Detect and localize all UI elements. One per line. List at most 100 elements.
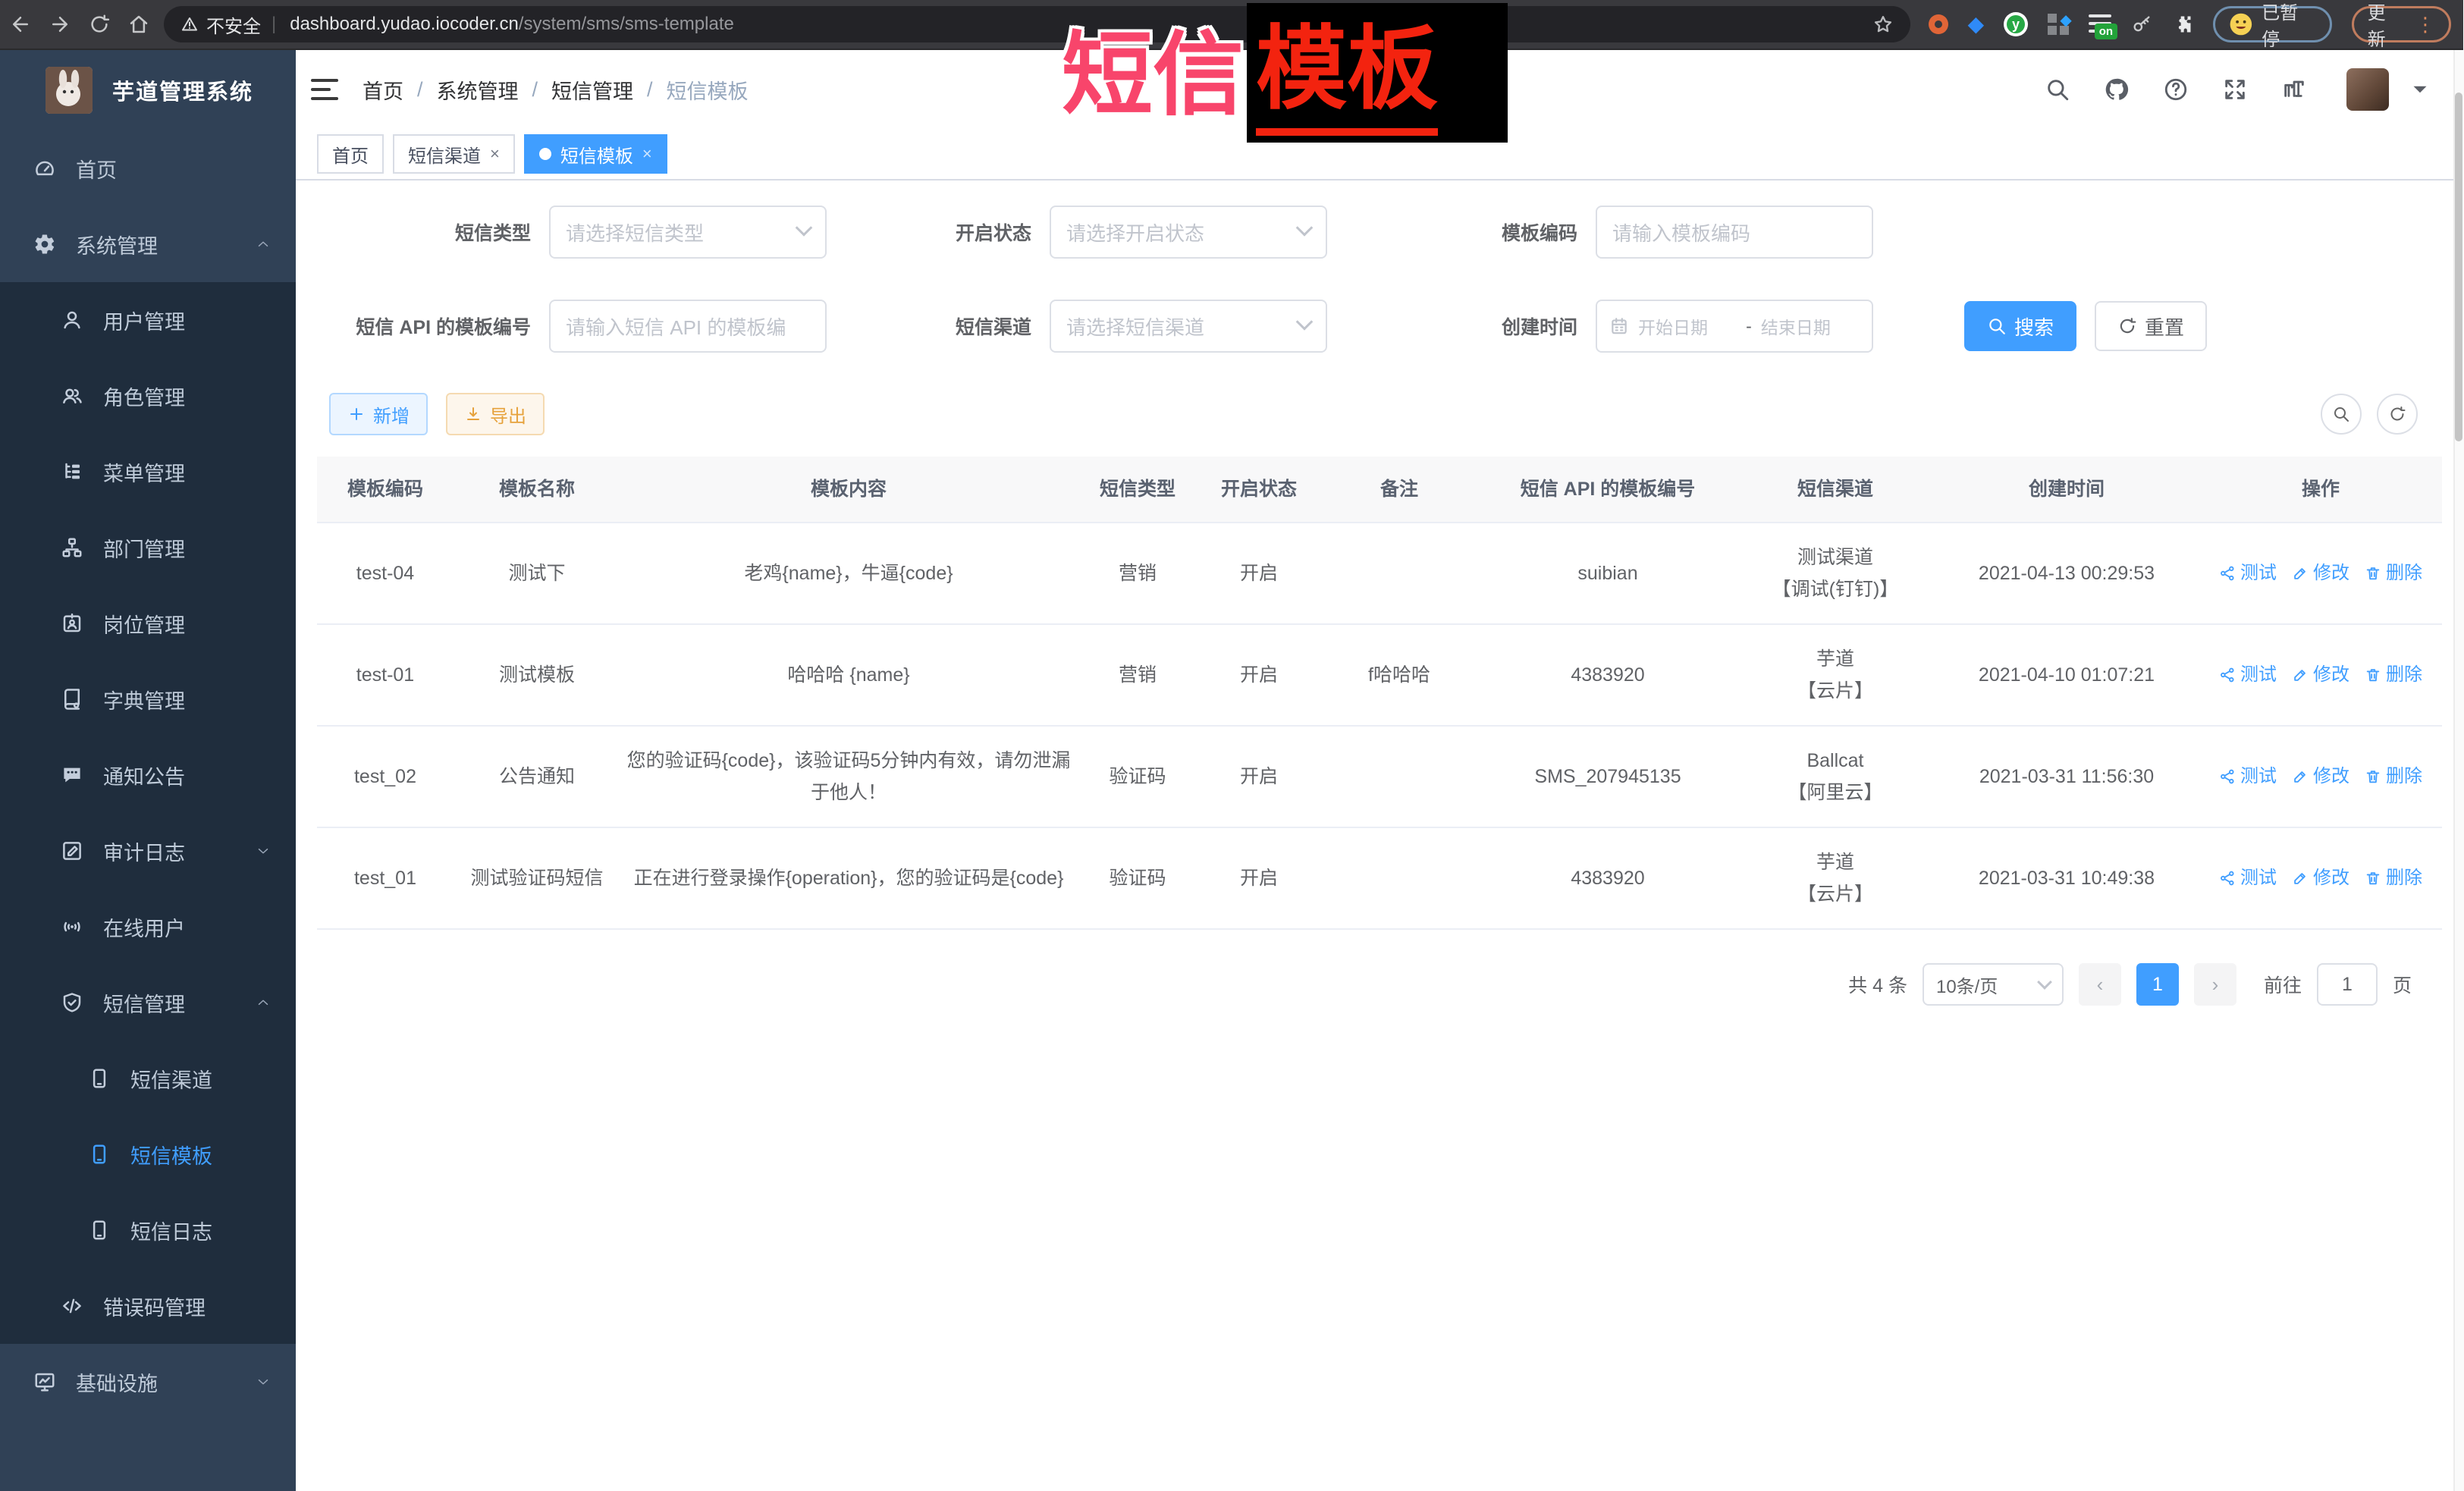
refresh-table-button[interactable] xyxy=(2377,394,2418,435)
extension-list-icon[interactable]: on xyxy=(2089,14,2111,34)
calendar-icon xyxy=(1609,316,1629,336)
github-icon[interactable] xyxy=(2104,77,2130,102)
avatar-caret-icon[interactable] xyxy=(2407,77,2433,102)
测试-link[interactable]: 测试 xyxy=(2219,558,2277,589)
tab-短信渠道[interactable]: 短信渠道× xyxy=(393,134,515,174)
extension-grid-icon[interactable]: ◆ xyxy=(2048,14,2069,35)
sidebar-item-短信日志[interactable]: 短信日志 xyxy=(0,1192,296,1268)
cell-actions: 测试修改删除 xyxy=(2199,863,2442,894)
browser-menu-icon[interactable]: ⋮ xyxy=(2415,13,2435,36)
template-code-input[interactable]: 请输入模板编码 xyxy=(1596,206,1873,259)
add-button[interactable]: 新增 xyxy=(329,393,428,435)
sidebar-item-label: 错误码管理 xyxy=(103,1292,206,1321)
filter-form: 短信类型 请选择短信类型 开启状态 请选择开启状态 模板编码 请输入模板编码 短… xyxy=(296,180,2463,393)
修改-link[interactable]: 修改 xyxy=(2292,863,2349,894)
测试-link[interactable]: 测试 xyxy=(2219,863,2277,894)
address-bar[interactable]: 不安全 | dashboard.yudao.iocoder.cn/system/… xyxy=(164,6,1910,42)
collapse-sidebar-icon[interactable] xyxy=(311,79,338,100)
breadcrumb-item[interactable]: 系统管理 xyxy=(437,75,519,105)
goto-page-input[interactable]: 1 xyxy=(2317,963,2378,1006)
profile-paused-badge[interactable]: 已暂停 xyxy=(2213,6,2332,42)
user-avatar[interactable] xyxy=(2346,68,2389,111)
prev-page-button[interactable]: ‹ xyxy=(2079,963,2121,1006)
extension-gem-icon[interactable]: ◆ xyxy=(1968,14,1985,35)
forward-icon[interactable] xyxy=(49,13,71,36)
sidebar-item-审计日志[interactable]: 审计日志 xyxy=(0,813,296,889)
window-scrollbar[interactable] xyxy=(2453,50,2464,1491)
create-time-range[interactable]: 开始日期 - 结束日期 xyxy=(1596,300,1873,353)
search-button[interactable]: 搜索 xyxy=(1964,301,2076,351)
extensions-puzzle-icon[interactable] xyxy=(2172,14,2193,35)
sidebar-item-菜单管理[interactable]: 菜单管理 xyxy=(0,434,296,510)
sidebar-item-系统管理[interactable]: 系统管理 xyxy=(0,206,296,282)
cell: 开启 xyxy=(1198,862,1320,895)
dictionary-icon xyxy=(61,688,83,711)
删除-link[interactable]: 删除 xyxy=(2365,660,2422,691)
share-icon xyxy=(2219,870,2236,887)
sidebar-item-字典管理[interactable]: 字典管理 xyxy=(0,661,296,737)
chevron-down-icon xyxy=(2037,975,2052,990)
help-icon[interactable] xyxy=(2163,77,2189,102)
search-icon[interactable] xyxy=(2045,77,2070,102)
home-icon[interactable] xyxy=(127,13,150,36)
删除-link[interactable]: 删除 xyxy=(2365,863,2422,894)
修改-link[interactable]: 修改 xyxy=(2292,660,2349,691)
测试-link[interactable]: 测试 xyxy=(2219,761,2277,793)
extension-y-icon[interactable]: y xyxy=(2004,12,2028,36)
close-tab-icon[interactable]: × xyxy=(490,144,500,164)
sidebar-item-角色管理[interactable]: 角色管理 xyxy=(0,358,296,434)
sidebar-item-基础设施[interactable]: 基础设施 xyxy=(0,1344,296,1420)
column-header: 模板编码 xyxy=(317,473,454,506)
breadcrumb-item[interactable]: 首页 xyxy=(363,75,403,105)
export-button[interactable]: 导出 xyxy=(446,393,545,435)
sidebar-item-短信模板[interactable]: 短信模板 xyxy=(0,1116,296,1192)
api-template-input[interactable]: 请输入短信 API 的模板编 xyxy=(549,300,827,353)
sidebar-item-错误码管理[interactable]: 错误码管理 xyxy=(0,1268,296,1344)
toggle-search-button[interactable] xyxy=(2321,394,2362,435)
extension-donut-icon[interactable] xyxy=(1929,14,1948,34)
sidebar-item-岗位管理[interactable]: 岗位管理 xyxy=(0,585,296,661)
scrollbar-thumb[interactable] xyxy=(2455,93,2462,441)
back-icon[interactable] xyxy=(9,13,32,36)
table-row: test-04测试下老鸡{name}，牛逼{code}营销开启suibian测试… xyxy=(317,523,2442,625)
page-size-select[interactable]: 10条/页 xyxy=(1923,963,2064,1006)
status-select[interactable]: 请选择开启状态 xyxy=(1050,206,1327,259)
sidebar-item-label: 岗位管理 xyxy=(103,609,185,639)
update-button[interactable]: 更新 ⋮ xyxy=(2352,6,2451,42)
sidebar-item-短信管理[interactable]: 短信管理 xyxy=(0,965,296,1041)
sidebar-item-短信渠道[interactable]: 短信渠道 xyxy=(0,1041,296,1116)
sidebar-item-在线用户[interactable]: 在线用户 xyxy=(0,889,296,965)
bookmark-star-icon[interactable] xyxy=(1872,14,1894,35)
reload-icon[interactable] xyxy=(88,13,111,36)
sms-type-select[interactable]: 请选择短信类型 xyxy=(549,206,827,259)
删除-link[interactable]: 删除 xyxy=(2365,558,2422,589)
close-tab-icon[interactable]: × xyxy=(642,144,652,164)
删除-link[interactable]: 删除 xyxy=(2365,761,2422,793)
sidebar-item-首页[interactable]: 首页 xyxy=(0,130,296,206)
tab-短信模板[interactable]: 短信模板× xyxy=(524,134,667,174)
magnifier-icon xyxy=(2332,405,2350,423)
测试-link[interactable]: 测试 xyxy=(2219,660,2277,691)
cell: 2021-04-10 01:07:21 xyxy=(1934,659,2199,692)
tab-首页[interactable]: 首页 xyxy=(317,134,384,174)
table-row: test_01测试验证码短信正在进行登录操作{operation}，您的验证码是… xyxy=(317,828,2442,930)
修改-link[interactable]: 修改 xyxy=(2292,761,2349,793)
sidebar-item-通知公告[interactable]: 通知公告 xyxy=(0,737,296,813)
current-page-button[interactable]: 1 xyxy=(2136,963,2179,1006)
sidebar-item-用户管理[interactable]: 用户管理 xyxy=(0,282,296,358)
breadcrumb-item[interactable]: 短信管理 xyxy=(551,75,633,105)
cell: test_02 xyxy=(317,761,454,793)
sidebar-item-部门管理[interactable]: 部门管理 xyxy=(0,510,296,585)
修改-link[interactable]: 修改 xyxy=(2292,558,2349,589)
app-logo-row[interactable]: 芋道管理系统 xyxy=(0,50,296,130)
extension-key-icon[interactable] xyxy=(2131,14,2152,35)
fullscreen-icon[interactable] xyxy=(2222,77,2248,102)
font-size-icon[interactable] xyxy=(2281,77,2307,102)
magnifier-icon xyxy=(1987,316,2007,336)
share-icon xyxy=(2219,565,2236,582)
reset-button[interactable]: 重置 xyxy=(2095,301,2207,351)
security-label[interactable]: 不安全 xyxy=(206,11,261,38)
channel-select[interactable]: 请选择短信渠道 xyxy=(1050,300,1327,353)
sidebar-item-label: 短信日志 xyxy=(130,1216,212,1245)
next-page-button[interactable]: › xyxy=(2194,963,2236,1006)
